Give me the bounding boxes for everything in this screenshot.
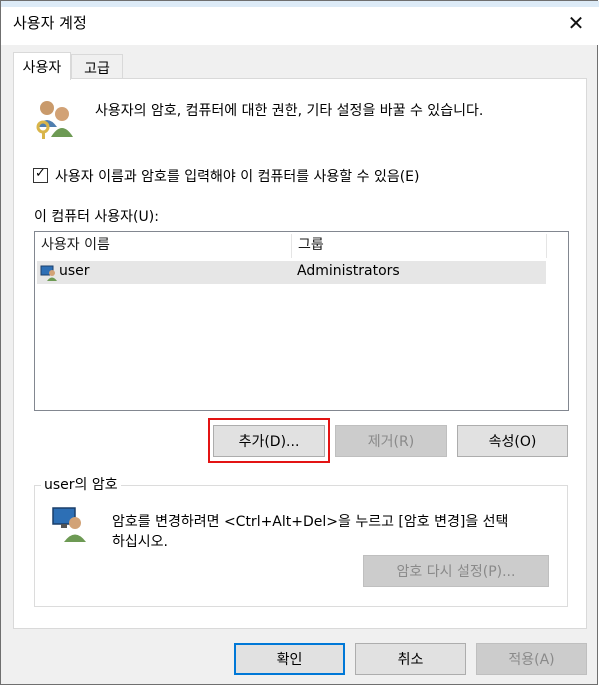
title-bar: 사용자 계정 ✕ (1, 1, 599, 45)
tab-users-label: 사용자 (22, 59, 62, 76)
properties-button[interactable]: 속성(O) (457, 425, 568, 457)
highlight-box (208, 418, 330, 463)
close-icon: ✕ (567, 11, 585, 35)
column-header-group[interactable]: 그룹 (292, 232, 546, 259)
title-strip (1, 1, 599, 7)
close-button[interactable]: ✕ (557, 7, 595, 39)
users-keys-icon (33, 97, 77, 141)
window-title: 사용자 계정 (13, 14, 87, 32)
require-login-label[interactable]: 사용자 이름과 암호를 입력해야 이 컴퓨터를 사용할 수 있음(E) (55, 166, 420, 186)
users-list-label: 이 컴퓨터 사용자(U): (34, 209, 159, 225)
table-row[interactable]: user Administrators (37, 261, 546, 284)
users-list[interactable]: 사용자 이름 그룹 user Administrators (34, 231, 569, 411)
column-separator[interactable] (546, 234, 547, 258)
row-username: user (59, 263, 90, 279)
user-account-icon (40, 264, 58, 281)
user-accounts-dialog: 사용자 계정 ✕ 사용자 고급 사용자의 암호, 컴퓨터에 대한 권한, 기타 … (0, 0, 599, 685)
tab-advanced[interactable]: 고급 (71, 54, 123, 80)
password-group-title: user의 암호 (41, 474, 121, 494)
tab-advanced-label: 고급 (84, 60, 110, 77)
intro-text: 사용자의 암호, 컴퓨터에 대한 권한, 기타 설정을 바꿀 수 있습니다. (95, 103, 484, 119)
tab-users[interactable]: 사용자 (13, 52, 71, 80)
require-login-checkbox[interactable]: ✓ (33, 166, 48, 183)
password-instructions-line1: 암호를 변경하려면 <Ctrl+Alt+Del>을 누르고 [암호 변경]을 선… (112, 514, 509, 530)
apply-button[interactable]: 적용(A) (476, 643, 587, 675)
user-monitor-icon (51, 505, 89, 543)
reset-password-button[interactable]: 암호 다시 설정(P)... (363, 555, 549, 587)
column-header-username[interactable]: 사용자 이름 (35, 232, 291, 259)
password-instructions-line2: 하십시오. (112, 534, 168, 550)
ok-button[interactable]: 확인 (234, 643, 345, 675)
check-icon: ✓ (35, 166, 46, 181)
cancel-button[interactable]: 취소 (355, 643, 466, 675)
remove-user-button[interactable]: 제거(R) (335, 425, 447, 457)
row-group: Administrators (297, 263, 400, 279)
